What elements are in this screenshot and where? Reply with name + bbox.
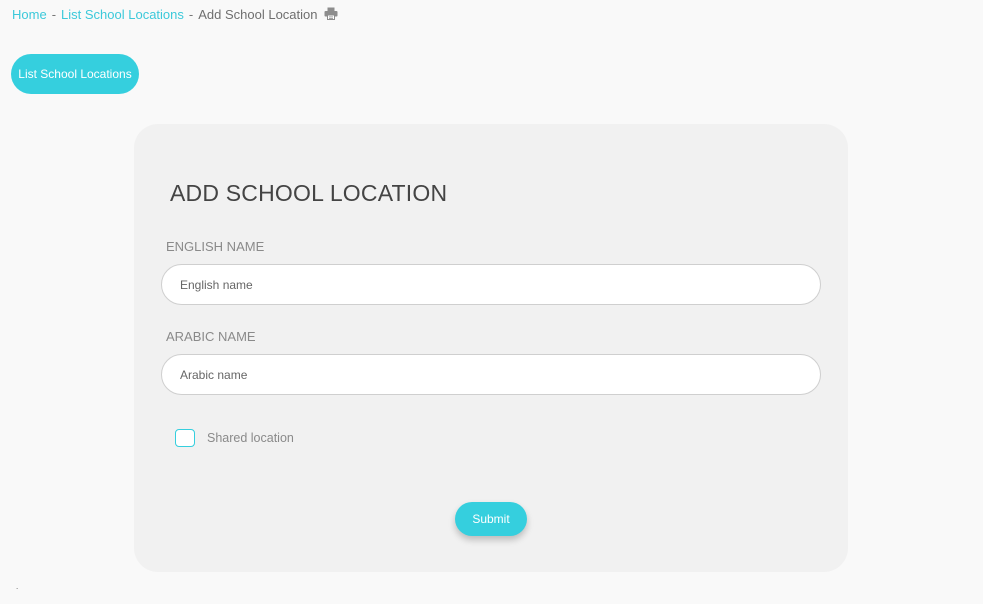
breadcrumb: Home - List School Locations - Add Schoo… [12,7,318,22]
breadcrumb-list-link[interactable]: List School Locations [61,7,184,22]
form-title: ADD SCHOOL LOCATION [170,180,448,206]
add-location-form-card: ADD SCHOOL LOCATION ENGLISH NAME ARABIC … [134,124,848,572]
english-name-label: ENGLISH NAME [166,239,265,254]
print-icon[interactable] [324,7,338,20]
breadcrumb-home-link[interactable]: Home [12,7,47,22]
arabic-name-input[interactable] [161,354,821,395]
english-name-input[interactable] [161,264,821,305]
breadcrumb-current: Add School Location [198,7,318,22]
breadcrumb-separator: - [51,7,57,22]
arabic-name-label: ARABIC NAME [166,329,256,344]
shared-location-label[interactable]: Shared location [207,431,294,445]
shared-location-checkbox[interactable] [175,429,195,447]
list-school-locations-button[interactable]: List School Locations [11,54,139,94]
shared-location-row: Shared location [175,429,294,447]
footer-mark: . [16,582,19,591]
breadcrumb-separator: - [188,7,194,22]
submit-button[interactable]: Submit [455,502,527,536]
